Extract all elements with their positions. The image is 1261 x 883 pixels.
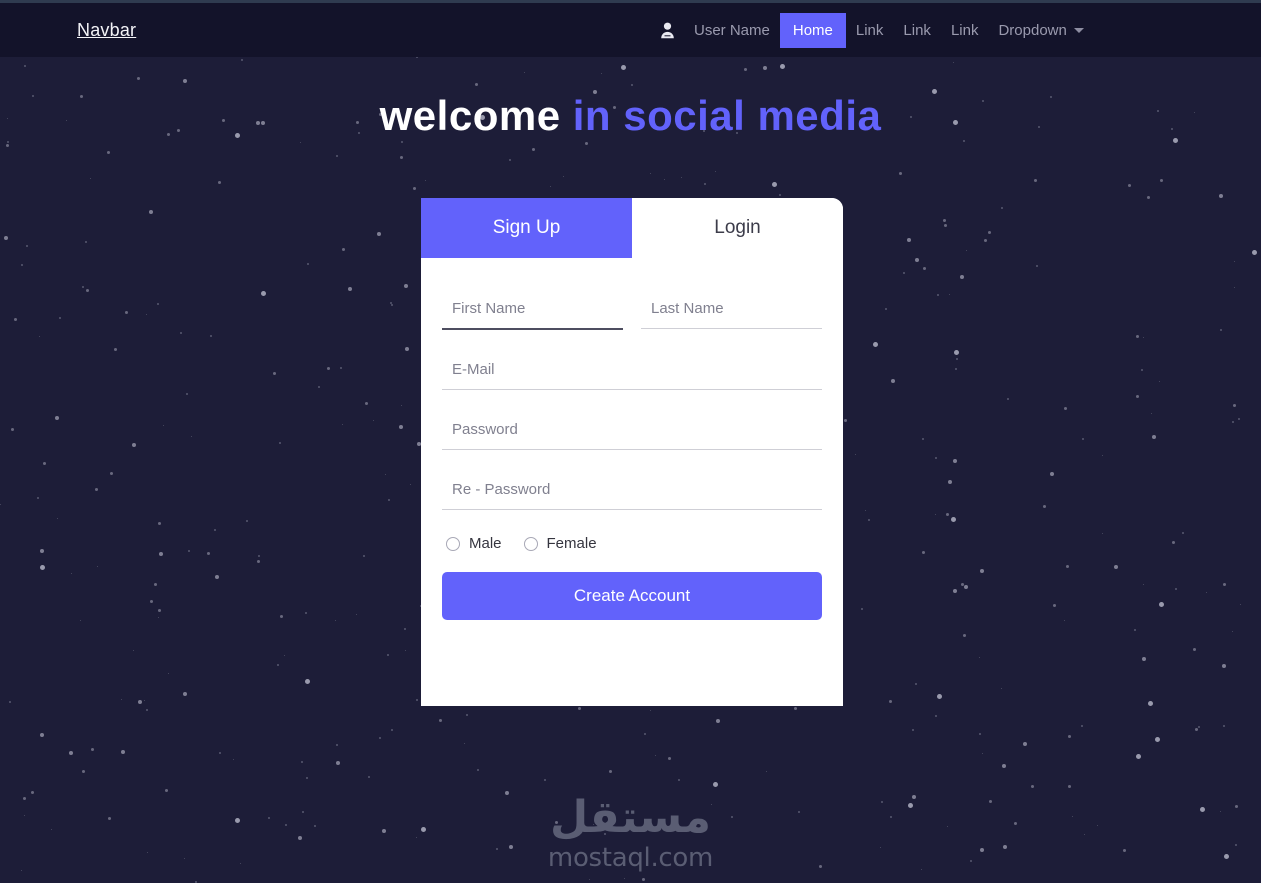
- watermark-latin: mostaql.com: [547, 843, 714, 873]
- first-name-field: [442, 294, 623, 330]
- navbar: Navbar User Name Home Link Link Link Dro…: [0, 3, 1261, 57]
- radio-male-icon[interactable]: [446, 536, 460, 551]
- gender-female-label: Female: [546, 535, 597, 552]
- gender-option-male[interactable]: Male: [446, 535, 502, 552]
- last-name-field: [641, 294, 822, 330]
- navbar-dropdown[interactable]: Dropdown: [988, 15, 1093, 46]
- first-name-input[interactable]: [442, 294, 623, 330]
- sign-up-form: Male Female Create Account: [421, 258, 843, 620]
- create-account-button[interactable]: Create Account: [442, 572, 822, 620]
- navbar-link-3[interactable]: Link: [941, 15, 989, 46]
- email-input[interactable]: [442, 355, 822, 390]
- password-input[interactable]: [442, 415, 822, 450]
- radio-female-icon[interactable]: [523, 536, 538, 551]
- tab-login[interactable]: Login: [632, 198, 843, 258]
- page-title-part2: in social media: [572, 92, 882, 139]
- tab-sign-up[interactable]: Sign Up: [421, 198, 632, 258]
- re-password-field: [442, 475, 822, 510]
- navbar-username[interactable]: User Name: [684, 15, 780, 46]
- gender-male-label: Male: [469, 535, 502, 552]
- gender-radio-group: Male Female: [442, 535, 822, 552]
- password-field: [442, 415, 822, 450]
- watermark: مستقل mostaql.com: [0, 792, 1261, 874]
- page-title-part1: welcome: [379, 92, 561, 139]
- browser-top-edge: [0, 0, 1261, 3]
- navbar-link-home[interactable]: Home: [779, 12, 846, 48]
- page-root: Navbar User Name Home Link Link Link Dro…: [0, 0, 1261, 883]
- page-title: welcome in social media: [0, 92, 1261, 140]
- re-password-input[interactable]: [442, 475, 822, 510]
- user-avatar-icon: [658, 20, 676, 40]
- navbar-dropdown-label: Dropdown: [998, 21, 1067, 39]
- email-field: [442, 355, 822, 390]
- auth-card: Sign Up Login First Name Last Name E-Mai…: [421, 198, 843, 706]
- navbar-link-2[interactable]: Link: [893, 15, 941, 46]
- auth-tabs: Sign Up Login: [421, 198, 843, 258]
- navbar-link-1[interactable]: Link: [846, 15, 894, 46]
- navbar-links-group: User Name Home Link Link Link Dropdown: [658, 3, 1094, 57]
- chevron-down-icon: [1073, 27, 1084, 33]
- name-row: [442, 294, 822, 355]
- watermark-arabic: مستقل: [550, 792, 711, 843]
- navbar-brand[interactable]: Navbar: [77, 20, 136, 41]
- last-name-input[interactable]: [641, 294, 822, 329]
- gender-option-female[interactable]: Female: [523, 535, 597, 552]
